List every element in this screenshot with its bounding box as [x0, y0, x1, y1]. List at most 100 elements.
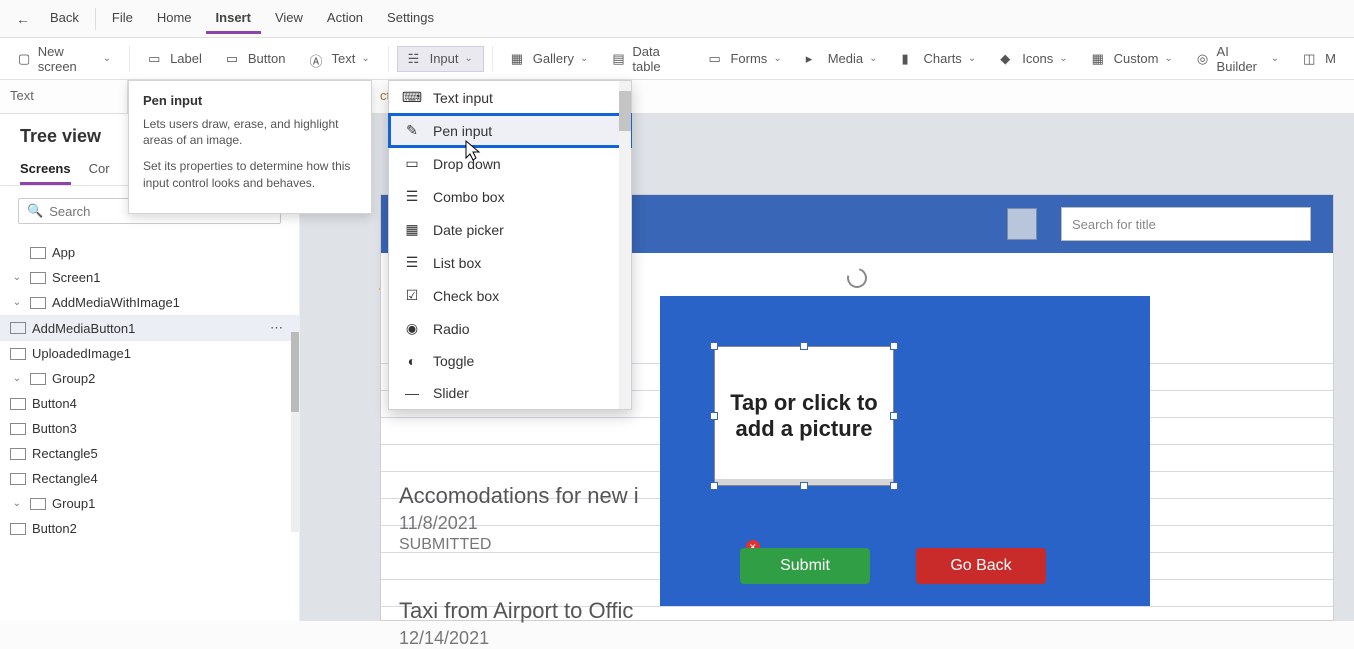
node-rectangle4[interactable]: Rectangle4 — [0, 466, 299, 491]
resize-handle[interactable] — [800, 482, 808, 490]
chevron-down-icon[interactable]: ⌄ — [10, 373, 24, 384]
menu-insert[interactable]: Insert — [206, 4, 261, 34]
header-dropdown[interactable] — [1007, 208, 1037, 240]
resize-handle[interactable] — [710, 412, 718, 420]
ribbon-icons[interactable]: ◆Icons⌄ — [990, 47, 1077, 71]
media-icon: ▸ — [806, 51, 822, 67]
group-icon — [30, 297, 46, 309]
screen-icon: ▢ — [18, 51, 32, 67]
menu-settings[interactable]: Settings — [377, 4, 444, 34]
label-icon: ▭ — [148, 51, 164, 67]
button-icon: ▭ — [226, 51, 242, 67]
resize-handle[interactable] — [710, 342, 718, 350]
gallery-icon: ▦ — [511, 51, 527, 67]
gallery-item-date: 12/14/2021 — [399, 628, 639, 649]
dd-list-box[interactable]: ☰List box — [389, 246, 631, 279]
dd-combo-box[interactable]: ☰Combo box — [389, 180, 631, 213]
dd-pen-input[interactable]: ✎Pen input — [389, 114, 631, 147]
dd-toggle[interactable]: ◐Toggle — [389, 345, 631, 377]
node-button4[interactable]: Button4 — [0, 391, 299, 416]
node-rectangle5[interactable]: Rectangle5 — [0, 441, 299, 466]
node-addmediabutton1[interactable]: AddMediaButton1⋯ — [0, 315, 299, 341]
node-addmediawithimage1[interactable]: ⌄AddMediaWithImage1 — [0, 290, 299, 315]
radio-icon: ◉ — [403, 320, 421, 337]
chevron-down-icon[interactable]: ⌄ — [10, 498, 24, 509]
group-icon — [30, 498, 46, 510]
gallery-item-status: SUBMITTED — [399, 536, 639, 554]
chevron-down-icon: ⌄ — [773, 53, 781, 64]
ribbon-datatable[interactable]: ▤Data table — [602, 40, 694, 78]
chart-icon: ▮ — [902, 51, 918, 67]
resize-handle[interactable] — [890, 412, 898, 420]
ribbon-text[interactable]: ⒶText⌄ — [299, 47, 379, 71]
ribbon-media[interactable]: ▸Media⌄ — [796, 47, 888, 71]
dd-check-box[interactable]: ☑Check box — [389, 279, 631, 312]
tooltip-title: Pen input — [143, 93, 357, 108]
menubar: ← Back File Home Insert View Action Sett… — [0, 0, 1354, 38]
dd-text-input[interactable]: ⌨Text input — [389, 81, 631, 114]
tooltip-line2: Set its properties to determine how this… — [143, 158, 357, 190]
dropdown-icon: ▭ — [403, 155, 421, 172]
search-icon: 🔍 — [27, 203, 43, 219]
tab-components[interactable]: Cor — [89, 155, 110, 185]
chevron-down-icon[interactable]: ⌄ — [10, 297, 24, 308]
button-icon — [10, 322, 26, 334]
gallery-item-title[interactable]: Accomodations for new i — [399, 483, 639, 509]
custom-icon: ▦ — [1092, 51, 1108, 67]
dd-date-picker[interactable]: ▦Date picker — [389, 213, 631, 246]
chevron-down-icon: ⌄ — [103, 53, 111, 64]
icons-icon: ◆ — [1000, 51, 1016, 67]
submit-button[interactable]: Submit — [740, 548, 870, 584]
node-button3[interactable]: Button3 — [0, 416, 299, 441]
search-title-input[interactable]: Search for title — [1061, 207, 1311, 241]
chevron-down-icon[interactable]: ⌄ — [10, 272, 24, 283]
dropdown-scrollbar[interactable] — [619, 81, 631, 409]
form-overlay: Tap or click to add a picture Submit Go … — [660, 296, 1150, 606]
menu-action[interactable]: Action — [317, 4, 373, 34]
menu-back[interactable]: Back — [40, 4, 89, 34]
back-arrow-icon[interactable]: ← — [10, 7, 36, 31]
menu-home[interactable]: Home — [147, 4, 202, 34]
ribbon-charts[interactable]: ▮Charts⌄ — [892, 47, 987, 71]
node-group2[interactable]: ⌄Group2 — [0, 366, 299, 391]
toggle-icon: ◐ — [403, 353, 421, 369]
ribbon-label[interactable]: ▭Label — [138, 47, 212, 71]
ribbon-gallery[interactable]: ▦Gallery⌄ — [501, 47, 599, 71]
refresh-icon[interactable] — [843, 264, 870, 291]
node-button2[interactable]: Button2 — [0, 516, 299, 541]
node-uploadedimage1[interactable]: UploadedImage1 — [0, 341, 299, 366]
node-screen1[interactable]: ⌄Screen1 — [0, 265, 299, 290]
chevron-down-icon: ⌄ — [968, 53, 976, 64]
gallery-list: Accomodations for new i 11/8/2021 SUBMIT… — [399, 483, 639, 649]
tab-screens[interactable]: Screens — [20, 155, 71, 185]
menu-file[interactable]: File — [102, 4, 143, 34]
gallery-item-title[interactable]: Taxi from Airport to Offic — [399, 598, 639, 624]
node-group1[interactable]: ⌄Group1 — [0, 491, 299, 516]
goback-button[interactable]: Go Back — [916, 548, 1046, 584]
app-icon — [30, 247, 46, 259]
node-app[interactable]: App — [0, 240, 299, 265]
ribbon-mixed[interactable]: ◫M — [1293, 47, 1346, 71]
ribbon-button[interactable]: ▭Button — [216, 47, 296, 71]
menu-view[interactable]: View — [265, 4, 313, 34]
dd-drop-down[interactable]: ▭Drop down — [389, 147, 631, 180]
property-selector[interactable]: Text — [0, 80, 128, 113]
tooltip-line1: Lets users draw, erase, and highlight ar… — [143, 116, 357, 148]
ribbon-new-screen[interactable]: ▢New screen⌄ — [8, 40, 121, 78]
dd-slider[interactable]: —Slider — [389, 377, 631, 409]
table-icon: ▤ — [612, 51, 626, 67]
tree-scrollbar[interactable] — [291, 332, 299, 532]
ribbon-forms[interactable]: ▭Forms⌄ — [698, 47, 791, 71]
resize-handle[interactable] — [800, 342, 808, 350]
group-icon — [30, 373, 46, 385]
resize-handle[interactable] — [890, 482, 898, 490]
resize-handle[interactable] — [890, 342, 898, 350]
ribbon-aibuilder[interactable]: ◎AI Builder⌄ — [1187, 40, 1289, 78]
resize-handle[interactable] — [710, 482, 718, 490]
more-icon[interactable]: ⋯ — [262, 320, 291, 336]
chevron-down-icon: ⌄ — [361, 53, 369, 64]
dd-radio[interactable]: ◉Radio — [389, 312, 631, 345]
ribbon-custom[interactable]: ▦Custom⌄ — [1082, 47, 1183, 71]
ribbon-input[interactable]: ☵Input⌄ — [397, 46, 484, 72]
add-picture-button[interactable]: Tap or click to add a picture — [714, 346, 894, 486]
